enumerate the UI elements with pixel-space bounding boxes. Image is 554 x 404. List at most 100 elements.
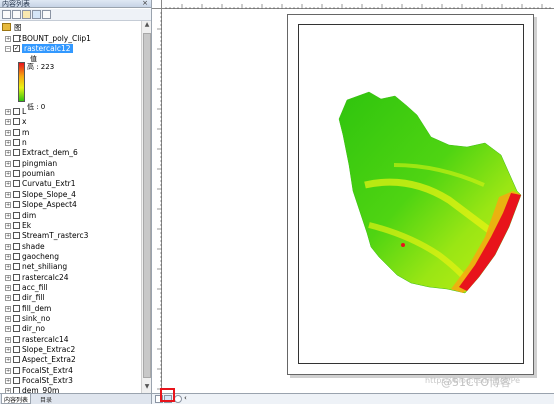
layer-row[interactable]: + rastercalc14 <box>0 335 140 345</box>
expand-icon[interactable]: + <box>5 140 11 147</box>
layer-row[interactable]: + Slope_Extrac2 <box>0 345 140 355</box>
layer-label[interactable]: StreamT_rasterc3 <box>22 231 88 240</box>
data-frame[interactable] <box>298 24 524 364</box>
layer-visibility-checkbox[interactable]: ✓ <box>13 45 20 52</box>
expand-icon[interactable]: + <box>5 129 11 136</box>
layer-visibility-checkbox[interactable] <box>13 294 20 302</box>
layer-visibility-checkbox[interactable] <box>13 366 20 374</box>
expand-icon[interactable]: + <box>5 109 11 115</box>
layer-row[interactable]: + FocalSt_Extr4 <box>0 366 140 376</box>
layer-visibility-checkbox[interactable] <box>13 356 20 364</box>
layer-visibility-checkbox[interactable] <box>13 211 20 219</box>
layer-label[interactable]: Slope_Extrac2 <box>22 345 75 354</box>
layer-row[interactable]: + Curvatu_Extr1 <box>0 179 140 189</box>
layer-visibility-checkbox[interactable] <box>13 283 20 291</box>
layer-row[interactable]: + pingmian <box>0 159 140 169</box>
layer-label[interactable]: L <box>22 107 26 116</box>
expand-icon[interactable]: + <box>5 171 11 178</box>
layer-label[interactable]: x <box>22 117 26 126</box>
layer-visibility-checkbox[interactable] <box>13 159 20 167</box>
layer-row[interactable]: + shade <box>0 242 140 252</box>
layer-label[interactable]: Slope_Slope_4 <box>22 190 76 199</box>
layer-visibility-checkbox[interactable] <box>13 170 20 178</box>
layer-visibility-checkbox[interactable] <box>13 108 20 115</box>
layer-visibility-checkbox[interactable] <box>13 201 20 209</box>
layer-label[interactable]: pingmian <box>22 159 57 168</box>
layer-row[interactable]: + rastercalc24 <box>0 273 140 283</box>
layer-row[interactable]: + sink_no <box>0 314 140 324</box>
layer-label[interactable]: Extract_dem_6 <box>22 148 78 157</box>
layer-row[interactable]: + net_shiliang <box>0 262 140 272</box>
expand-icon[interactable]: + <box>5 243 11 250</box>
list-by-selection-icon[interactable] <box>32 10 41 19</box>
expand-icon[interactable]: + <box>5 378 11 385</box>
layer-visibility-checkbox[interactable] <box>13 139 20 147</box>
layer-label[interactable]: n <box>22 138 27 147</box>
layer-visibility-checkbox[interactable] <box>13 304 20 312</box>
layer-label[interactable]: net_shiliang <box>22 262 67 271</box>
layer-visibility-checkbox[interactable] <box>13 118 20 126</box>
layer-label[interactable]: acc_fill <box>22 283 48 292</box>
layer-label[interactable]: shade <box>22 242 45 251</box>
layer-row[interactable]: + n <box>0 138 140 148</box>
expand-icon[interactable]: + <box>5 264 11 271</box>
layer-visibility-checkbox[interactable] <box>13 180 20 188</box>
list-by-source-icon[interactable] <box>12 10 21 19</box>
expand-icon[interactable]: + <box>5 181 11 188</box>
expand-icon[interactable]: + <box>5 347 11 354</box>
refresh-icon[interactable] <box>174 395 182 403</box>
layer-row[interactable]: + FocalSt_Extr3 <box>0 376 140 386</box>
expand-icon[interactable]: + <box>5 191 11 198</box>
list-by-visibility-icon[interactable] <box>22 10 31 19</box>
layer-visibility-checkbox[interactable] <box>13 346 20 354</box>
layer-visibility-checkbox[interactable] <box>13 377 20 385</box>
expand-icon[interactable]: + <box>5 305 11 312</box>
layer-label[interactable]: FocalSt_Extr4 <box>22 366 73 375</box>
expand-icon[interactable]: + <box>5 36 11 42</box>
expand-icon[interactable]: + <box>5 336 11 343</box>
layer-label[interactable]: BOUNT_poly_Clip1 <box>22 34 91 43</box>
layer-visibility-checkbox[interactable] <box>13 252 20 260</box>
layer-row[interactable]: + L <box>0 107 140 117</box>
expand-icon[interactable]: + <box>5 160 11 167</box>
close-icon[interactable]: × <box>142 0 148 7</box>
list-by-drawing-order-icon[interactable] <box>2 10 11 19</box>
layer-label[interactable]: m <box>22 128 29 137</box>
layer-label[interactable]: FocalSt_Extr3 <box>22 376 73 385</box>
layer-visibility-checkbox[interactable] <box>13 128 20 136</box>
layer-row[interactable]: + fill_dem <box>0 304 140 314</box>
layer-visibility-checkbox[interactable] <box>13 263 20 271</box>
layer-row[interactable]: + dir_no <box>0 324 140 334</box>
expand-icon[interactable]: + <box>5 253 11 260</box>
layer-label[interactable]: rastercalc12 <box>22 44 73 53</box>
expand-icon[interactable]: + <box>5 284 11 291</box>
layer-row[interactable]: + dir_fill <box>0 293 140 303</box>
scrollbar-thumb[interactable] <box>143 33 151 378</box>
options-icon[interactable] <box>42 10 51 19</box>
expand-icon[interactable]: + <box>5 357 11 364</box>
layer-row[interactable]: + gaocheng <box>0 252 140 262</box>
scroll-up-icon[interactable]: ▲ <box>142 21 151 31</box>
layer-visibility-checkbox[interactable] <box>13 273 20 281</box>
layer-row[interactable]: + Aspect_Extra2 <box>0 355 140 365</box>
layout-canvas[interactable]: https://blog.csdn.net/Pe @51CTO博客 <box>163 10 554 393</box>
collapse-icon[interactable]: − <box>5 46 11 52</box>
layer-visibility-checkbox[interactable] <box>13 242 20 250</box>
layer-row[interactable]: + m <box>0 128 140 138</box>
layer-label[interactable]: rastercalc14 <box>22 335 69 344</box>
layer-visibility-checkbox[interactable] <box>13 335 20 343</box>
layer-visibility-checkbox[interactable] <box>13 190 20 198</box>
layer-row[interactable]: + BOUNT_poly_Clip1 <box>0 34 140 44</box>
layer-visibility-checkbox[interactable] <box>13 325 20 333</box>
layer-row[interactable]: + x <box>0 117 140 127</box>
layer-label[interactable]: dir_fill <box>22 293 45 302</box>
layer-row[interactable]: − ✓ rastercalc12 <box>0 44 140 54</box>
layer-row[interactable]: + dim <box>0 211 140 221</box>
layer-row[interactable]: + StreamT_rasterc3 <box>0 231 140 241</box>
layer-label[interactable]: rastercalc24 <box>22 273 69 282</box>
layer-label[interactable]: dir_no <box>22 324 45 333</box>
layer-label[interactable]: Slope_Aspect4 <box>22 200 77 209</box>
layer-label[interactable]: fill_dem <box>22 304 51 313</box>
layer-label[interactable]: Ek <box>22 221 31 230</box>
layer-visibility-checkbox[interactable] <box>13 232 20 240</box>
